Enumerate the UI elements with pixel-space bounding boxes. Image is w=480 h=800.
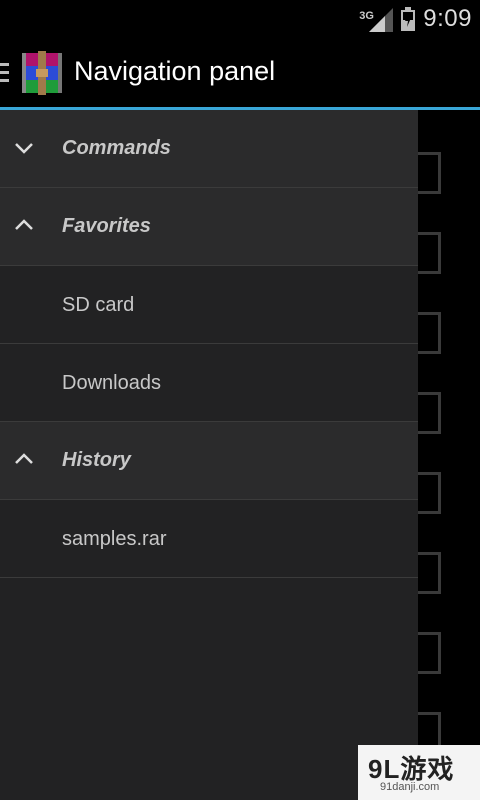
section-header-commands[interactable]: Commands (0, 110, 418, 188)
history-item-samples-rar[interactable]: samples.rar (0, 500, 418, 578)
favorite-item-downloads[interactable]: Downloads (0, 344, 418, 422)
app-logo-icon[interactable] (20, 51, 64, 95)
section-label: Favorites (62, 215, 151, 237)
page-title: Navigation panel (74, 56, 276, 86)
list-item-checkbox[interactable] (418, 232, 441, 274)
list-item-checkbox[interactable] (418, 312, 441, 354)
action-bar: Navigation panel (0, 38, 480, 107)
status-time: 9:09 (423, 5, 472, 32)
chevron-up-icon (13, 450, 35, 470)
section-header-favorites[interactable]: Favorites (0, 188, 418, 266)
chevron-down-icon (13, 138, 35, 158)
status-bar: 3G 9:09 (0, 0, 480, 38)
list-item-label: samples.rar (62, 528, 167, 550)
background-file-list (418, 110, 480, 800)
watermark-url: 91danji.com (380, 781, 440, 793)
chevron-up-icon (13, 216, 35, 236)
drawer-toggle-icon[interactable] (0, 63, 9, 83)
list-item-label: Downloads (62, 372, 161, 394)
watermark: 9L游戏 91danji.com (358, 745, 480, 800)
navigation-drawer: Commands Favorites SD card Downloads His… (0, 110, 418, 800)
network-type-label: 3G (359, 10, 374, 22)
list-item-checkbox[interactable] (418, 392, 441, 434)
list-item-label: SD card (62, 294, 135, 316)
list-item-checkbox[interactable] (418, 632, 441, 674)
battery-icon (401, 7, 416, 31)
list-item-checkbox[interactable] (418, 552, 441, 594)
list-item-checkbox[interactable] (418, 472, 441, 514)
list-item-checkbox[interactable] (418, 152, 441, 194)
section-label: History (62, 449, 131, 471)
section-header-history[interactable]: History (0, 422, 418, 500)
signal-icon: 3G (359, 6, 394, 32)
section-label: Commands (62, 137, 171, 159)
favorite-item-sd-card[interactable]: SD card (0, 266, 418, 344)
status-icons: 3G 9:09 (359, 0, 472, 38)
